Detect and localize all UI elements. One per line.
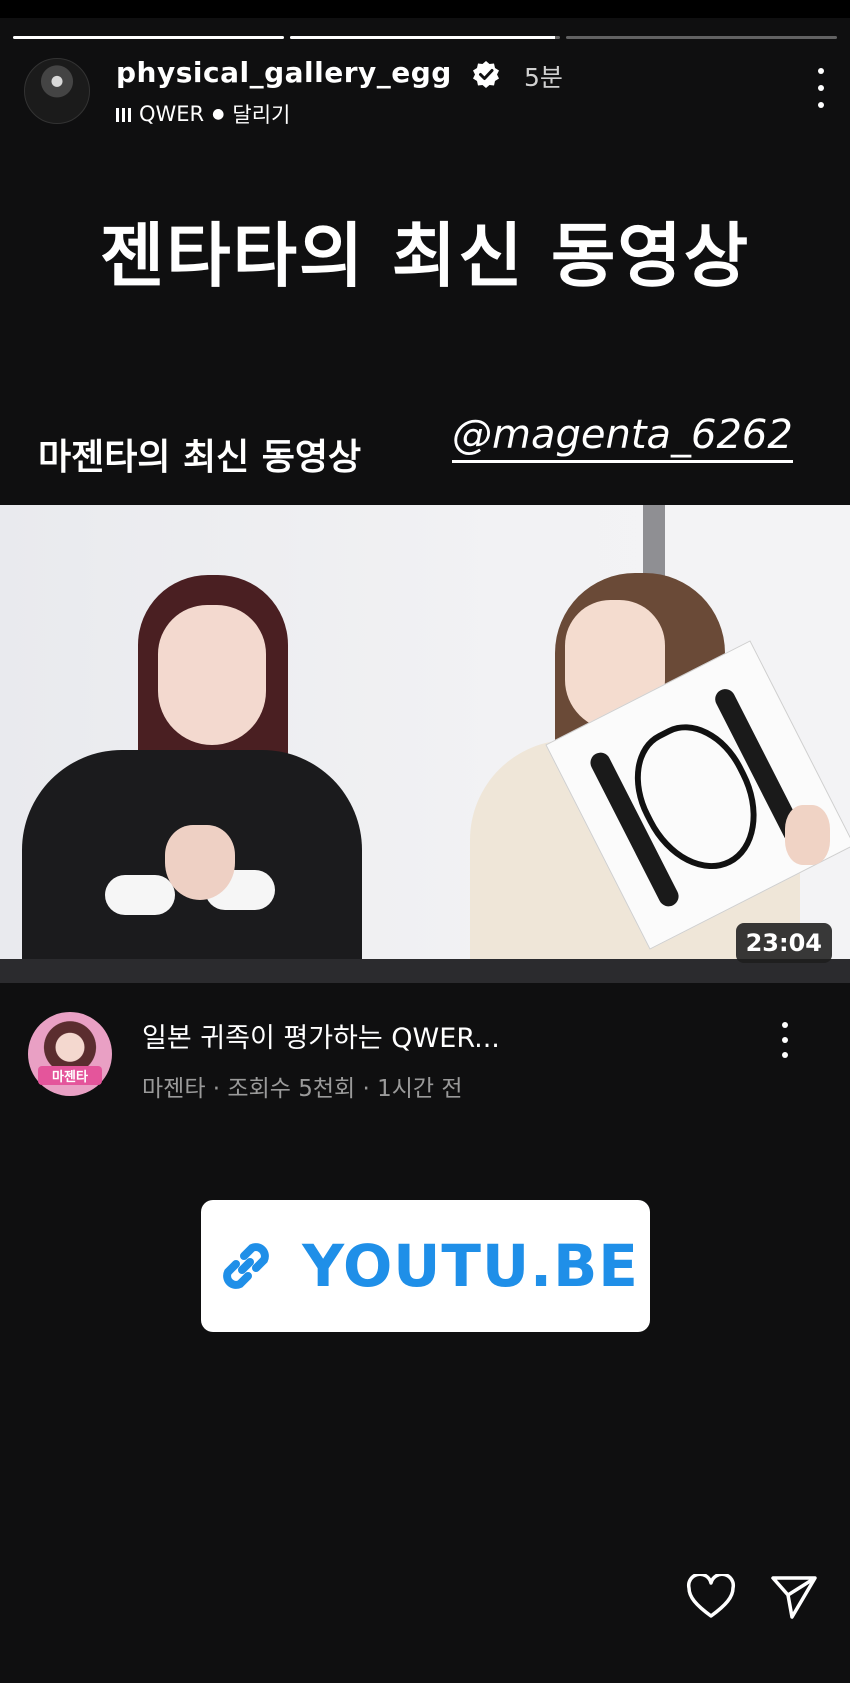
send-icon[interactable] — [770, 1574, 818, 1620]
mention-sticker[interactable]: @magenta_6262 — [452, 412, 793, 463]
post-time: 5분 — [524, 63, 563, 92]
music-bars-icon — [116, 106, 131, 122]
music-artist: QWER — [139, 102, 205, 126]
separator-dot: ● — [212, 106, 225, 122]
heart-icon[interactable] — [686, 1574, 736, 1620]
music-song: 달리기 — [232, 103, 291, 127]
link-text: YOUTU.BE — [302, 1232, 639, 1300]
progress-segment — [566, 36, 838, 39]
progress-segment — [13, 36, 284, 39]
more-vertical-icon[interactable] — [780, 1022, 790, 1058]
sub-caption: 마젠타의 최신 동영상 — [38, 437, 362, 478]
link-icon — [223, 1243, 269, 1289]
video-duration: 23:04 — [735, 923, 832, 963]
story-progress — [13, 36, 838, 39]
verified-badge-icon — [473, 61, 499, 88]
video-thumbnail[interactable]: 23:04 — [0, 505, 850, 983]
link-sticker[interactable]: YOUTU.BE — [201, 1200, 650, 1332]
avatar[interactable] — [24, 58, 90, 124]
more-vertical-icon[interactable] — [816, 68, 826, 108]
username[interactable]: physical_gallery_egg — [116, 56, 452, 89]
story-headline: 젠타타의 최신 동영상 — [99, 215, 751, 297]
channel-avatar[interactable]: 마젠타 — [28, 1012, 112, 1096]
music-info[interactable]: QWER ● 달리기 — [116, 99, 290, 129]
video-meta: 마젠타 · 조회수 5천회 · 1시간 전 — [142, 1076, 463, 1102]
channel-avatar-label: 마젠타 — [38, 1066, 102, 1085]
status-strip — [0, 0, 850, 18]
story-header: physical_gallery_egg 5분 QWER ● 달리기 — [24, 56, 826, 129]
video-title[interactable]: 일본 귀족이 평가하는 QWER... — [142, 1016, 500, 1055]
progress-segment — [289, 36, 561, 39]
